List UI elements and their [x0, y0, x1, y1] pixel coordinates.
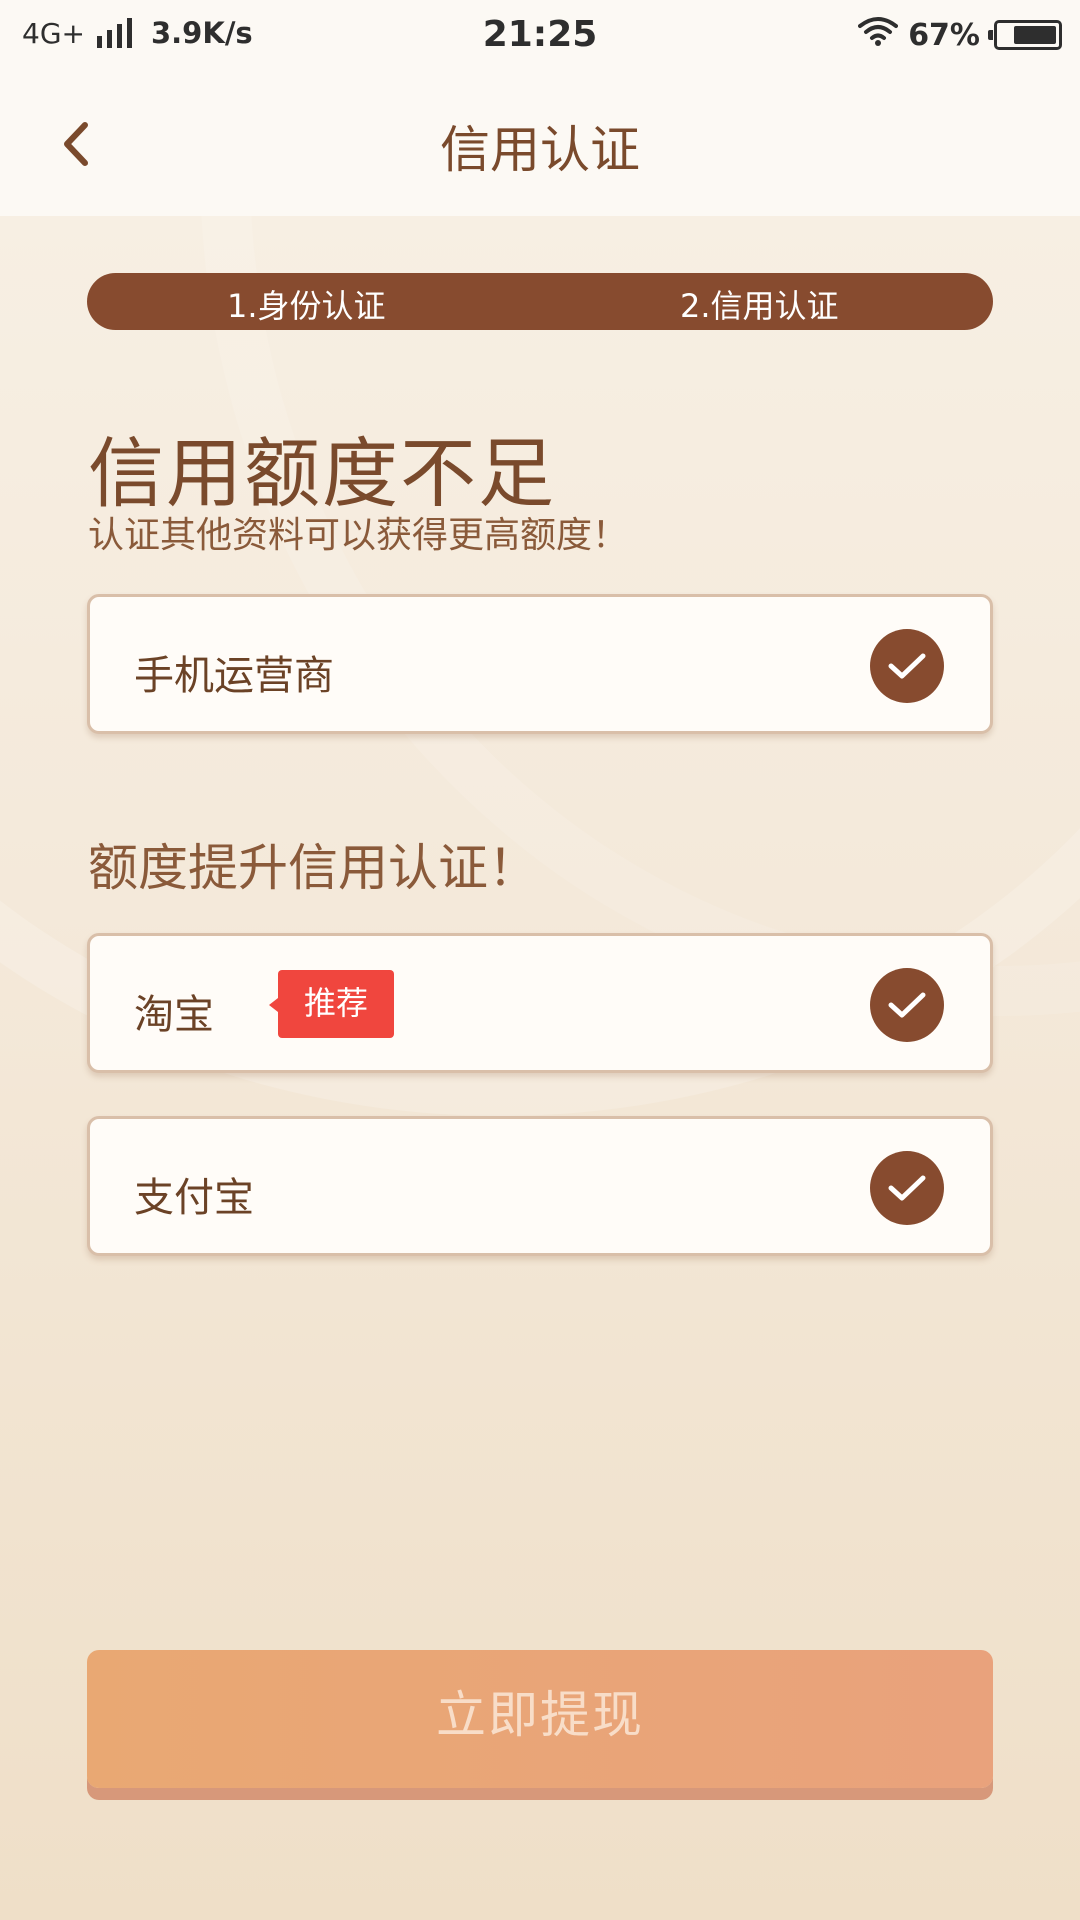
card-label: 支付宝 [134, 1175, 254, 1221]
carrier-auth-card[interactable]: 手机运营商 [87, 594, 993, 734]
wifi-icon [858, 16, 899, 54]
recommend-badge: 推荐 [269, 970, 394, 1038]
page-title: 信用认证 [440, 121, 640, 179]
status-bar: 4G+ 3.9K/s 21:25 67% [0, 0, 1080, 76]
battery-percent: 67% [908, 17, 980, 53]
status-right: 67% [858, 16, 1062, 54]
check-circle-icon [870, 629, 944, 703]
alipay-auth-card[interactable]: 支付宝 [87, 1116, 993, 1256]
step-identity: 1.身份认证 [227, 287, 386, 325]
nav-bar: 信用认证 [0, 76, 1080, 216]
step-progress: 1.身份认证 2.信用认证 [87, 273, 993, 330]
withdraw-button[interactable]: 立即提现 [87, 1650, 993, 1788]
main-content: 1.身份认证 2.信用认证 信用额度不足 认证其他资料可以获得更高额度！ 手机运… [0, 216, 1080, 1920]
check-circle-icon [870, 1151, 944, 1225]
card-label: 淘宝 [134, 992, 214, 1038]
battery-icon [988, 20, 1062, 50]
subheadline: 认证其他资料可以获得更高额度！ [88, 515, 629, 556]
battery-fill [1014, 26, 1056, 44]
step-credit: 2.信用认证 [680, 287, 839, 325]
check-circle-icon [870, 968, 944, 1042]
section-title: 额度提升信用认证！ [88, 839, 538, 897]
card-label: 手机运营商 [134, 653, 334, 699]
taobao-auth-card[interactable]: 淘宝 推荐 [87, 933, 993, 1073]
